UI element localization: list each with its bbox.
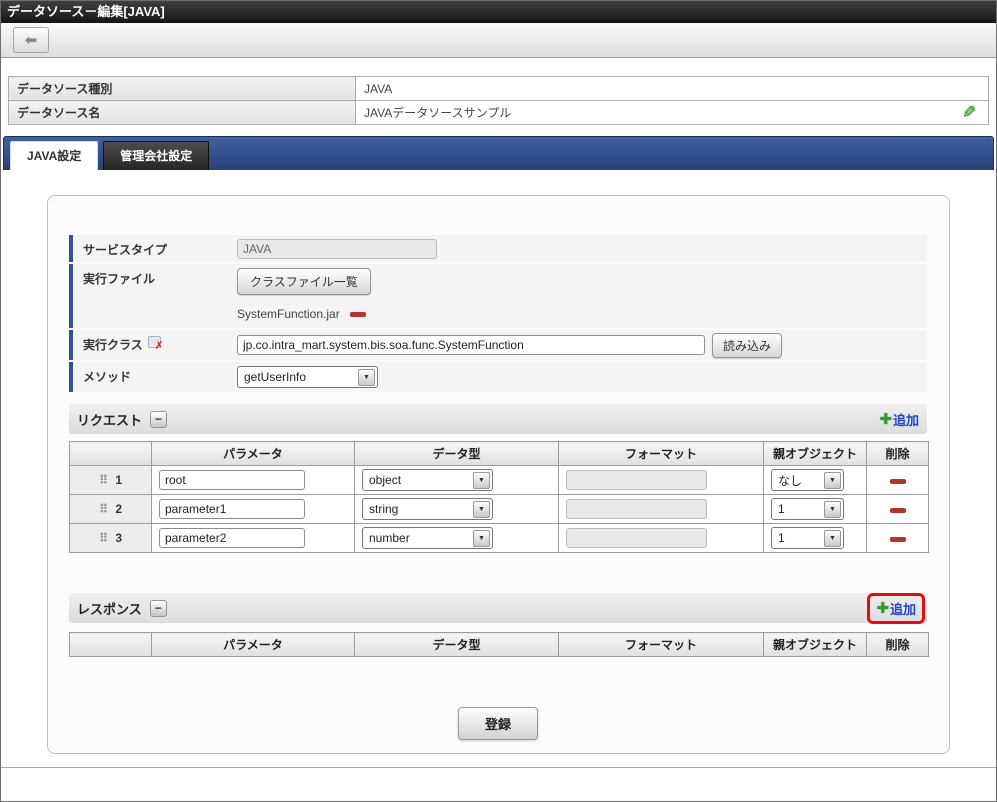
java-settings-panel: サービスタイプ 実行ファイル クラスファイル一覧 SystemFunction.… bbox=[47, 195, 950, 754]
header-delete: 削除 bbox=[866, 632, 929, 657]
selected-file-name: SystemFunction.jar bbox=[237, 307, 340, 321]
method-label: メソッド bbox=[69, 362, 229, 392]
request-row-1: ⠿ 1 object ▼ なし ▼ bbox=[69, 465, 929, 495]
format-input bbox=[566, 499, 707, 519]
plus-icon: ✚ bbox=[879, 411, 892, 428]
table-row: データソース名 JAVAデータソースサンプル ✎ bbox=[8, 100, 989, 125]
header-format: フォーマット bbox=[558, 441, 764, 466]
request-section-bar: リクエスト − ✚ 追加 bbox=[69, 404, 927, 434]
header-parent-object: 親オブジェクト bbox=[763, 441, 867, 466]
request-row-2: ⠿ 2 string ▼ 1 ▼ bbox=[69, 494, 929, 524]
datasource-name-value: JAVAデータソースサンプル bbox=[364, 106, 512, 120]
exec-file-label: 実行ファイル bbox=[69, 264, 229, 328]
plus-icon: ✚ bbox=[876, 600, 889, 617]
row-number: 1 bbox=[115, 473, 123, 487]
header-format: フォーマット bbox=[558, 632, 764, 657]
response-add-label: 追加 bbox=[889, 601, 916, 617]
tab-admin-company-settings[interactable]: 管理会社設定 bbox=[103, 141, 210, 170]
drag-handle-icon[interactable]: ⠿ bbox=[99, 473, 108, 487]
parameter-input[interactable] bbox=[159, 528, 305, 548]
response-table: パラメータ データ型 フォーマット 親オブジェクト 削除 bbox=[69, 632, 929, 657]
datasource-type-value: JAVA bbox=[355, 76, 989, 101]
back-arrow-icon: ⬅ bbox=[24, 32, 38, 49]
exec-file-row: 実行ファイル クラスファイル一覧 SystemFunction.jar bbox=[69, 264, 927, 328]
service-type-input bbox=[237, 239, 437, 259]
chevron-down-icon: ▼ bbox=[473, 529, 490, 547]
parameter-input[interactable] bbox=[159, 470, 305, 490]
row-number: 2 bbox=[115, 502, 123, 516]
request-collapse-button[interactable]: − bbox=[150, 410, 168, 428]
datasource-edit-window: { "window": { "title": "データソース－編集[JAVA]"… bbox=[0, 0, 997, 802]
register-button[interactable]: 登録 bbox=[457, 707, 538, 740]
load-button[interactable]: 読み込み bbox=[712, 332, 783, 358]
remove-file-icon[interactable] bbox=[349, 311, 366, 317]
header-parameter: パラメータ bbox=[151, 441, 355, 466]
response-add-button[interactable]: ✚ 追加 bbox=[867, 592, 925, 624]
header-parent-object: 親オブジェクト bbox=[763, 632, 867, 657]
datasource-type-label: データソース種別 bbox=[8, 76, 356, 101]
tab-java-settings[interactable]: JAVA設定 bbox=[10, 141, 99, 170]
method-row: メソッド getUserInfo ▼ bbox=[69, 362, 927, 392]
window-title: データソース－編集[JAVA] bbox=[1, 1, 996, 23]
request-add-label: 追加 bbox=[892, 412, 919, 428]
response-section-bar: レスポンス − ✚ 追加 bbox=[69, 592, 927, 624]
footer-divider bbox=[1, 767, 996, 768]
header-data-type: データ型 bbox=[354, 632, 559, 657]
format-input bbox=[566, 470, 707, 490]
service-type-row: サービスタイプ bbox=[69, 235, 927, 262]
datasource-name-label: データソース名 bbox=[8, 100, 356, 125]
chevron-down-icon: ▼ bbox=[824, 471, 841, 489]
toolbar: ⬅ bbox=[1, 23, 996, 58]
request-add-button[interactable]: ✚ 追加 bbox=[879, 410, 919, 429]
method-select[interactable]: getUserInfo ▼ bbox=[237, 366, 378, 388]
data-type-select[interactable]: string ▼ bbox=[362, 498, 493, 520]
back-button[interactable]: ⬅ bbox=[13, 27, 49, 53]
header-parameter: パラメータ bbox=[151, 632, 355, 657]
delete-row-icon[interactable] bbox=[889, 537, 906, 542]
response-header-row: パラメータ データ型 フォーマット 親オブジェクト 削除 bbox=[69, 632, 929, 657]
datasource-info-table: データソース種別 JAVA データソース名 JAVAデータソースサンプル ✎ bbox=[8, 76, 989, 125]
delete-row-icon[interactable] bbox=[889, 508, 906, 513]
header-data-type: データ型 bbox=[354, 441, 559, 466]
edit-pencil-icon[interactable]: ✎ bbox=[962, 103, 976, 122]
format-input bbox=[566, 528, 707, 548]
data-type-select[interactable]: number ▼ bbox=[362, 527, 493, 549]
header-handle bbox=[69, 632, 152, 657]
chevron-down-icon: ▼ bbox=[824, 500, 841, 518]
parameter-input[interactable] bbox=[159, 499, 305, 519]
parent-object-select[interactable]: 1 ▼ bbox=[771, 527, 844, 549]
parent-object-select[interactable]: 1 ▼ bbox=[771, 498, 844, 520]
exec-class-label: 実行クラス bbox=[83, 338, 143, 352]
header-handle bbox=[69, 441, 152, 466]
service-type-label: サービスタイプ bbox=[69, 235, 229, 262]
delete-row-icon[interactable] bbox=[889, 479, 906, 484]
response-section-title: レスポンス bbox=[77, 601, 142, 617]
exec-class-input[interactable] bbox=[237, 335, 705, 355]
request-header-row: パラメータ データ型 フォーマット 親オブジェクト 削除 bbox=[69, 441, 929, 466]
clear-class-icon[interactable]: ✗ bbox=[147, 336, 164, 352]
row-number: 3 bbox=[115, 531, 123, 545]
exec-class-row: 実行クラス ✗ 読み込み bbox=[69, 330, 927, 360]
class-file-list-button[interactable]: クラスファイル一覧 bbox=[237, 268, 371, 295]
chevron-down-icon: ▼ bbox=[358, 368, 375, 386]
response-collapse-button[interactable]: − bbox=[149, 599, 167, 617]
drag-handle-icon[interactable]: ⠿ bbox=[99, 502, 108, 516]
data-type-select[interactable]: object ▼ bbox=[362, 469, 493, 491]
tab-bar: JAVA設定 管理会社設定 bbox=[3, 136, 994, 170]
request-row-3: ⠿ 3 number ▼ 1 ▼ bbox=[69, 523, 929, 553]
chevron-down-icon: ▼ bbox=[824, 529, 841, 547]
request-table: パラメータ データ型 フォーマット 親オブジェクト 削除 ⠿ 1 object ▼… bbox=[69, 441, 929, 553]
table-row: データソース種別 JAVA bbox=[8, 76, 989, 101]
parent-object-select[interactable]: なし ▼ bbox=[771, 469, 844, 491]
chevron-down-icon: ▼ bbox=[473, 500, 490, 518]
method-selected-value: getUserInfo bbox=[244, 370, 307, 384]
header-delete: 削除 bbox=[866, 441, 929, 466]
request-section-title: リクエスト bbox=[77, 412, 143, 428]
drag-handle-icon[interactable]: ⠿ bbox=[99, 531, 108, 545]
chevron-down-icon: ▼ bbox=[473, 471, 490, 489]
